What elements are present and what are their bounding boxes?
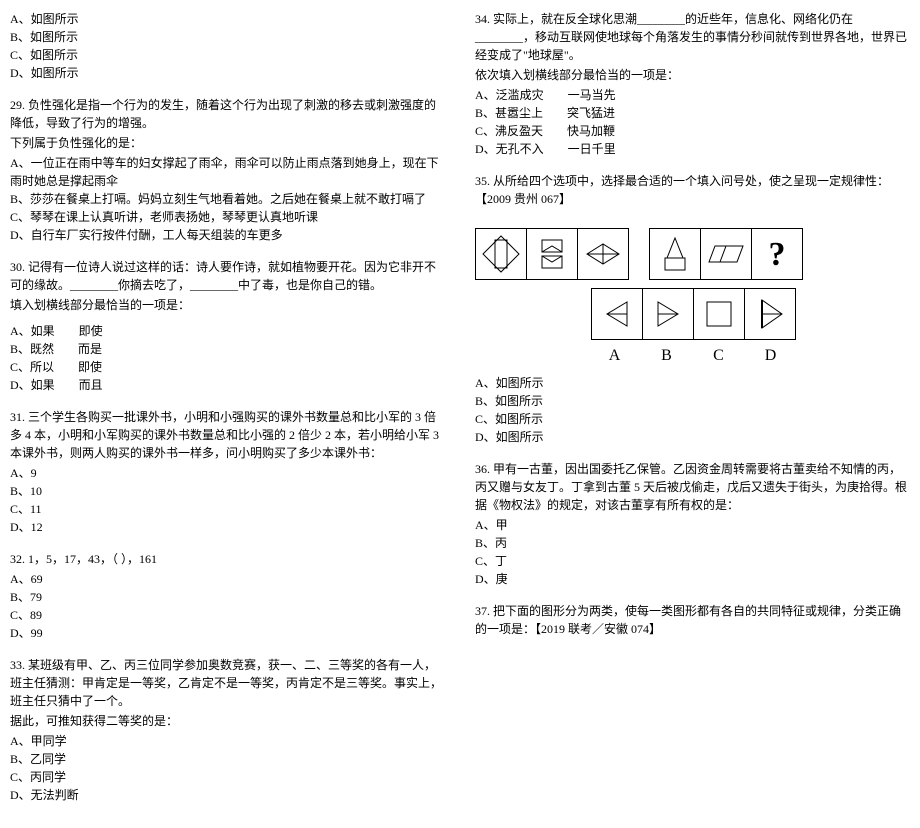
fig-cell: [701, 229, 752, 279]
fig-cell: [650, 229, 701, 279]
label-d: D: [745, 344, 797, 368]
q32: 32. 1，5，17，43，（ ），161 A、69 B、79 C、89 D、9…: [10, 550, 445, 642]
label-a: A: [589, 344, 641, 368]
fig-cell: ?: [752, 229, 802, 279]
q30-stem2: 填入划横线部分最恰当的一项是：: [10, 296, 445, 314]
q29: 29. 负性强化是指一个行为的发生，随着这个行为出现了刺激的移去或刺激强度的降低…: [10, 96, 445, 244]
q29-opt-c: C、琴琴在课上认真听讲，老师表扬她，琴琴更认真地听课: [10, 208, 445, 226]
q36: 36. 甲有一古董，因出国委托乙保管。乙因资金周转需要将古董卖给不知情的丙，丙又…: [475, 460, 910, 588]
fig-cell: [578, 229, 628, 279]
q32-opt-c: C、89: [10, 606, 445, 624]
q32-opt-b: B、79: [10, 588, 445, 606]
q36-opt-a: A、甲: [475, 516, 910, 534]
q30-opt-c: C、所以 即使: [10, 358, 445, 376]
q29-stem2: 下列属于负性强化的是：: [10, 134, 445, 152]
q35-opt-d: D、如图所示: [475, 428, 910, 446]
q37-stem: 37. 把下面的图形分为两类，使每一类图形都有各自的共同特征或规律，分类正确的一…: [475, 602, 910, 638]
q32-stem: 32. 1，5，17，43，（ ），161: [10, 550, 445, 568]
q28-opt-b: B、如图所示: [10, 28, 445, 46]
q31-opt-c: C、11: [10, 500, 445, 518]
q34-opt-c: C、沸反盈天 快马加鞭: [475, 122, 910, 140]
q28-opt-c: C、如图所示: [10, 46, 445, 64]
q35-opt-fig-d: [744, 288, 796, 340]
q35-opt-c: C、如图所示: [475, 410, 910, 428]
q35-opt-b: B、如图所示: [475, 392, 910, 410]
q35-stem-group-1: [475, 228, 629, 280]
q34-opt-d: D、无孔不入 一日千里: [475, 140, 910, 158]
q34-stem1: 34. 实际上，就在反全球化思潮________的近些年，信息化、网络化仍在__…: [475, 10, 910, 64]
q31-stem: 31. 三个学生各购买一批课外书，小明和小强购买的课外书数量总和比小军的 3 倍…: [10, 408, 445, 462]
q35-opt-a: A、如图所示: [475, 374, 910, 392]
q30-opt-a: A、如果 即使: [10, 322, 445, 340]
q35-answer-labels: A B C D: [475, 344, 910, 368]
q35-opt-fig-a: [591, 288, 643, 340]
q29-opt-a: A、一位正在雨中等车的妇女撑起了雨伞，雨伞可以防止雨点落到她身上，现在下雨时她总…: [10, 154, 445, 190]
q33-stem1: 33. 某班级有甲、乙、丙三位同学参加奥数竞赛，获一、二、三等奖的各有一人，班主…: [10, 656, 445, 710]
q32-opt-d: D、99: [10, 624, 445, 642]
label-b: B: [641, 344, 693, 368]
q34: 34. 实际上，就在反全球化思潮________的近些年，信息化、网络化仍在__…: [475, 10, 910, 158]
q31-opt-d: D、12: [10, 518, 445, 536]
q35-opt-fig-b: [642, 288, 694, 340]
q34-opt-b: B、甚嚣尘上 突飞猛进: [475, 104, 910, 122]
q36-opt-d: D、庚: [475, 570, 910, 588]
q28-options: A、如图所示 B、如图所示 C、如图所示 D、如图所示: [10, 10, 445, 82]
q31-opt-b: B、10: [10, 482, 445, 500]
q35-answer-row: [475, 288, 910, 340]
q30: 30. 记得有一位诗人说过这样的话：诗人要作诗，就如植物要开花。因为它非开不可的…: [10, 258, 445, 394]
q34-opt-a: A、泛滥成灾 一马当先: [475, 86, 910, 104]
q29-opt-b: B、莎莎在餐桌上打嗝。妈妈立刻生气地看着她。之后她在餐桌上就不敢打嗝了: [10, 190, 445, 208]
q33-opt-d: D、无法判断: [10, 786, 445, 804]
q29-opt-d: D、自行车厂实行按件付酬，工人每天组装的车更多: [10, 226, 445, 244]
q28-opt-a: A、如图所示: [10, 10, 445, 28]
q35: 35. 从所给四个选项中，选择最合适的一个填入问号处，使之呈现一定规律性：【20…: [475, 172, 910, 446]
q29-stem1: 29. 负性强化是指一个行为的发生，随着这个行为出现了刺激的移去或刺激强度的降低…: [10, 96, 445, 132]
q31: 31. 三个学生各购买一批课外书，小明和小强购买的课外书数量总和比小军的 3 倍…: [10, 408, 445, 536]
q30-opt-d: D、如果 而且: [10, 376, 445, 394]
q35-stem: 35. 从所给四个选项中，选择最合适的一个填入问号处，使之呈现一定规律性：【20…: [475, 172, 910, 208]
q33-stem2: 据此，可推知获得二等奖的是：: [10, 712, 445, 730]
q34-stem2: 依次填入划横线部分最恰当的一项是：: [475, 66, 910, 84]
question-mark-icon: ?: [769, 229, 786, 280]
q30-stem1: 30. 记得有一位诗人说过这样的话：诗人要作诗，就如植物要开花。因为它非开不可的…: [10, 258, 445, 294]
q28-opt-d: D、如图所示: [10, 64, 445, 82]
label-c: C: [693, 344, 745, 368]
q31-opt-a: A、9: [10, 464, 445, 482]
q35-figure-row: ?: [475, 228, 910, 280]
q32-opt-a: A、69: [10, 570, 445, 588]
q30-opt-b: B、既然 而是: [10, 340, 445, 358]
q36-opt-c: C、丁: [475, 552, 910, 570]
q35-stem-group-2: ?: [649, 228, 803, 280]
q33-opt-a: A、甲同学: [10, 732, 445, 750]
q33-opt-c: C、丙同学: [10, 768, 445, 786]
q36-stem: 36. 甲有一古董，因出国委托乙保管。乙因资金周转需要将古董卖给不知情的丙，丙又…: [475, 460, 910, 514]
q35-opt-fig-c: [693, 288, 745, 340]
fig-cell: [527, 229, 578, 279]
q33-opt-b: B、乙同学: [10, 750, 445, 768]
fig-cell: [476, 229, 527, 279]
q33: 33. 某班级有甲、乙、丙三位同学参加奥数竞赛，获一、二、三等奖的各有一人，班主…: [10, 656, 445, 804]
q37: 37. 把下面的图形分为两类，使每一类图形都有各自的共同特征或规律，分类正确的一…: [475, 602, 910, 638]
q36-opt-b: B、丙: [475, 534, 910, 552]
